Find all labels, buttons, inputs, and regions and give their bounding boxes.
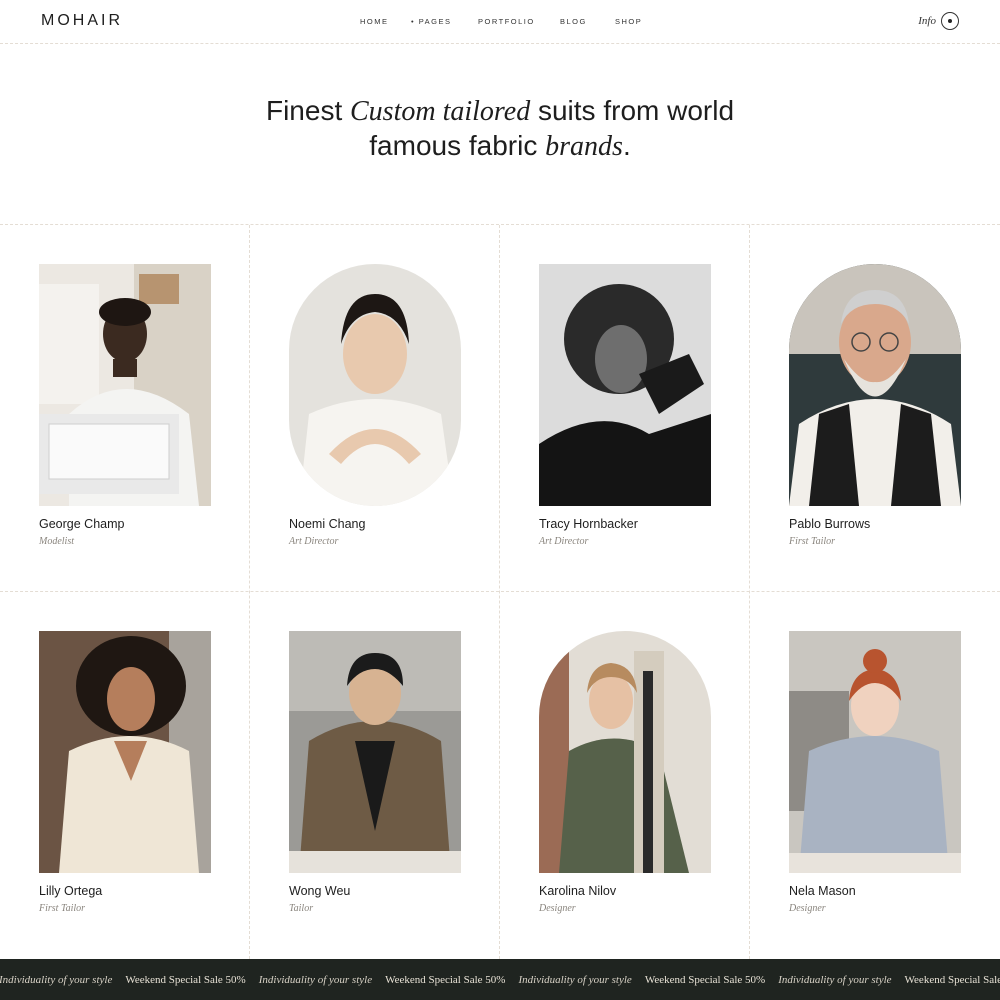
team-role: Designer [539, 903, 576, 914]
ticker-item: Weekend Special Sale 50% [644, 974, 766, 986]
site-header: MOHAIR HOME • PAGES PORTFOLIO BLOG SHOP … [0, 0, 1000, 44]
team-card[interactable]: Noemi Chang Art Director [289, 264, 461, 547]
hero-emphasis: brands [545, 131, 623, 162]
team-photo [39, 264, 211, 506]
team-photo [789, 264, 961, 506]
team-card[interactable]: Lilly Ortega First Tailor [39, 631, 211, 914]
ticker-item: Weekend Special Sale 50% [385, 974, 506, 986]
team-card[interactable]: Wong Weu Tailor [289, 631, 461, 914]
ticker-item: Weekend Special Sale 50% [125, 974, 246, 986]
target-icon [941, 12, 959, 30]
team-name: Karolina Nilov [539, 884, 617, 898]
team-role: Art Director [539, 536, 589, 547]
team-card[interactable]: George Champ Modelist [39, 264, 211, 547]
team-role: Modelist [39, 536, 74, 547]
team-photo [539, 631, 711, 873]
ticker-row: Individuality of your style Weekend Spec… [0, 974, 1000, 986]
nav-portfolio[interactable]: PORTFOLIO [478, 17, 535, 26]
team-role: First Tailor [39, 903, 86, 914]
team-name: Lilly Ortega [39, 884, 103, 898]
team-photo [289, 631, 461, 873]
team-photo [539, 264, 711, 506]
nav-home[interactable]: HOME [360, 17, 389, 26]
hero-text: suits from world [530, 95, 735, 126]
info-button[interactable]: Info [918, 12, 959, 30]
team-card[interactable]: Tracy Hornbacker Art Director [539, 264, 711, 547]
hero-text: famous fabric [369, 130, 546, 161]
team-photo [289, 264, 461, 506]
ticker-item: Individuality of your style [518, 974, 632, 986]
hero-section: Finest Custom tailored suits from world … [0, 44, 1000, 225]
ticker-item: Individuality of your style [258, 974, 373, 986]
team-role: Art Director [289, 536, 339, 547]
hero-emphasis: Custom tailored [350, 96, 531, 127]
nav-shop[interactable]: SHOP [615, 17, 642, 26]
site-logo[interactable]: MOHAIR [41, 12, 123, 30]
team-role: Tailor [289, 903, 314, 914]
team-photo [789, 631, 961, 873]
marquee-ticker: Individuality of your style Weekend Spec… [0, 959, 1000, 1000]
info-label: Info [918, 15, 936, 27]
team-name: Noemi Chang [289, 517, 366, 531]
hero-text: Finest [265, 95, 350, 126]
nav-pages[interactable]: • PAGES [411, 17, 452, 26]
team-name: Pablo Burrows [789, 517, 871, 531]
team-photo [39, 631, 211, 873]
hero-title: Finest Custom tailored suits from world … [0, 94, 1000, 164]
ticker-item: Weekend Special Sale 50% [904, 974, 1000, 986]
team-role: Designer [789, 903, 826, 914]
team-name: Nela Mason [789, 884, 856, 898]
nav-blog[interactable]: BLOG [560, 17, 587, 26]
team-name: Wong Weu [289, 884, 351, 898]
grid-divider [749, 225, 750, 959]
team-name: Tracy Hornbacker [539, 517, 638, 531]
team-card[interactable]: Karolina Nilov Designer [539, 631, 711, 914]
team-card[interactable]: Pablo Burrows First Tailor [789, 264, 961, 547]
team-name: George Champ [39, 517, 125, 531]
hero-text: . [622, 130, 631, 161]
ticker-item: Individuality of your style [0, 974, 113, 986]
grid-divider [499, 225, 500, 959]
ticker-item: Individuality of your style [778, 974, 892, 986]
grid-divider [249, 225, 250, 959]
team-grid: George Champ Modelist Noemi Chang Art Di… [0, 225, 1000, 959]
team-role: First Tailor [789, 536, 836, 547]
grid-divider [0, 591, 1000, 592]
team-card[interactable]: Nela Mason Designer [789, 631, 961, 914]
